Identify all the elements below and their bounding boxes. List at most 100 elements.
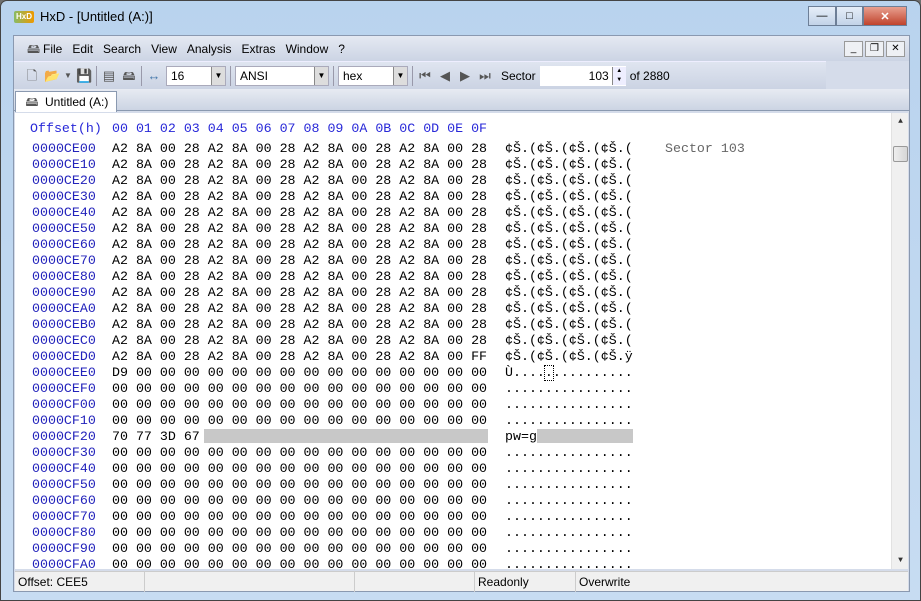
menu-search[interactable]: Search — [98, 42, 146, 56]
row-hex[interactable]: 70 77 3D 67 — [112, 429, 488, 445]
hex-bytes[interactable]: A2 8A 00 28 A2 8A 00 28 A2 8A 00 28 A2 8… — [112, 253, 487, 268]
hex-bytes[interactable]: A2 8A 00 28 A2 8A 00 28 A2 8A 00 28 A2 8… — [112, 141, 487, 156]
hex-bytes[interactable]: A2 8A 00 28 A2 8A 00 28 A2 8A 00 28 A2 8… — [112, 269, 487, 284]
hex-bytes[interactable]: A2 8A 00 28 A2 8A 00 28 A2 8A 00 28 A2 8… — [112, 205, 487, 220]
child-close-button[interactable]: ✕ — [886, 41, 905, 57]
previous-sector-icon[interactable]: ◀ — [437, 68, 453, 84]
row-ascii[interactable]: ¢Š.(¢Š.(¢Š.(¢Š.( — [505, 205, 633, 221]
ascii-text[interactable]: ¢Š.(¢Š.(¢Š.(¢Š.( — [505, 253, 633, 268]
row-ascii[interactable]: ¢Š.(¢Š.(¢Š.(¢Š.( — [505, 221, 633, 237]
row-ascii[interactable]: ¢Š.(¢Š.(¢Š.(¢Š.( — [505, 317, 633, 333]
save-icon[interactable]: 💾 — [76, 68, 92, 84]
scroll-down-icon[interactable]: ▼ — [892, 556, 908, 565]
row-hex[interactable]: A2 8A 00 28 A2 8A 00 28 A2 8A 00 28 A2 8… — [112, 141, 487, 157]
row-hex[interactable]: 00 00 00 00 00 00 00 00 00 00 00 00 00 0… — [112, 509, 487, 525]
row-ascii[interactable]: ¢Š.(¢Š.(¢Š.(¢Š.( — [505, 237, 633, 253]
maximize-button[interactable]: □ — [836, 6, 863, 26]
menu-view[interactable]: View — [146, 42, 182, 56]
row-hex[interactable]: A2 8A 00 28 A2 8A 00 28 A2 8A 00 28 A2 8… — [112, 205, 487, 221]
row-ascii[interactable]: ¢Š.(¢Š.(¢Š.(¢Š.( — [505, 141, 633, 157]
row-ascii[interactable]: ¢Š.(¢Š.(¢Š.(¢Š.ÿ — [505, 349, 633, 365]
chevron-down-icon[interactable]: ▼ — [393, 66, 407, 85]
status-readonly[interactable]: Readonly — [475, 572, 576, 592]
row-ascii[interactable]: ¢Š.(¢Š.(¢Š.(¢Š.( — [505, 253, 633, 269]
ascii-text[interactable]: ................ — [505, 477, 633, 492]
ascii-text[interactable]: ¢Š.(¢Š.(¢Š.(¢Š.( — [505, 301, 633, 316]
ascii-text[interactable]: ¢Š.(¢Š.(¢Š.(¢Š.( — [505, 141, 633, 156]
minimize-button[interactable]: — — [808, 6, 836, 26]
dropdown-arrow-icon[interactable]: ▼ — [64, 68, 72, 84]
ascii-text[interactable]: ¢Š.(¢Š.(¢Š.(¢Š.( — [505, 189, 633, 204]
ascii-text[interactable]: ¢Š.(¢Š.(¢Š.(¢Š.( — [505, 285, 633, 300]
ascii-text[interactable]: ¢Š.(¢Š.(¢Š.(¢Š.( — [505, 173, 633, 188]
row-ascii[interactable]: ................ — [505, 461, 633, 477]
ascii-text[interactable]: ¢Š.(¢Š.(¢Š.(¢Š.( — [505, 237, 633, 252]
ascii-text[interactable]: ................ — [505, 461, 633, 476]
ascii-text[interactable]: ................ — [505, 397, 633, 412]
row-ascii[interactable]: ¢Š.(¢Š.(¢Š.(¢Š.( — [505, 269, 633, 285]
row-ascii[interactable]: ................ — [505, 525, 633, 541]
next-sector-icon[interactable]: ▶ — [457, 68, 473, 84]
hex-bytes[interactable]: A2 8A 00 28 A2 8A 00 28 A2 8A 00 28 A2 8… — [112, 301, 487, 316]
row-hex[interactable]: D9 00 00 00 00 00 00 00 00 00 00 00 00 0… — [112, 365, 487, 381]
close-button[interactable]: ✕ — [863, 6, 907, 26]
menu-help[interactable]: ? — [333, 42, 350, 56]
row-hex[interactable]: 00 00 00 00 00 00 00 00 00 00 00 00 00 0… — [112, 445, 487, 461]
scroll-thumb[interactable] — [893, 146, 908, 162]
row-ascii[interactable]: ................ — [505, 477, 633, 493]
ascii-text[interactable]: ................ — [505, 381, 633, 396]
ascii-text[interactable]: pw=g — [505, 429, 537, 444]
hex-editor[interactable]: Offset(h) 00 01 02 03 04 05 06 07 08 09 … — [15, 113, 908, 569]
row-hex[interactable]: A2 8A 00 28 A2 8A 00 28 A2 8A 00 28 A2 8… — [112, 301, 487, 317]
hex-bytes[interactable]: A2 8A 00 28 A2 8A 00 28 A2 8A 00 28 A2 8… — [112, 157, 487, 172]
row-hex[interactable]: 00 00 00 00 00 00 00 00 00 00 00 00 00 0… — [112, 381, 487, 397]
hex-bytes[interactable]: 00 00 00 00 00 00 00 00 00 00 00 00 00 0… — [112, 477, 487, 492]
row-hex[interactable]: 00 00 00 00 00 00 00 00 00 00 00 00 00 0… — [112, 413, 487, 429]
row-hex[interactable]: A2 8A 00 28 A2 8A 00 28 A2 8A 00 28 A2 8… — [112, 333, 487, 349]
ascii-text[interactable]: ¢Š.(¢Š.(¢Š.(¢Š.( — [505, 269, 633, 284]
row-ascii[interactable]: ¢Š.(¢Š.(¢Š.(¢Š.( — [505, 157, 633, 173]
child-minimize-button[interactable]: _ — [844, 41, 863, 57]
row-ascii[interactable]: ................ — [505, 413, 633, 429]
row-ascii[interactable]: ................ — [505, 381, 633, 397]
row-hex[interactable]: 00 00 00 00 00 00 00 00 00 00 00 00 00 0… — [112, 493, 487, 509]
row-ascii[interactable]: ¢Š.(¢Š.(¢Š.(¢Š.( — [505, 333, 633, 349]
hex-bytes[interactable]: A2 8A 00 28 A2 8A 00 28 A2 8A 00 28 A2 8… — [112, 189, 487, 204]
ascii-text[interactable]: ¢Š.(¢Š.(¢Š.(¢Š.ÿ — [505, 349, 633, 364]
ascii-text[interactable]: ¢Š.(¢Š.(¢Š.(¢Š.( — [505, 317, 633, 332]
row-ascii[interactable]: ................ — [505, 541, 633, 557]
ascii-text[interactable]: ................ — [505, 445, 633, 460]
hex-bytes[interactable]: A2 8A 00 28 A2 8A 00 28 A2 8A 00 28 A2 8… — [112, 285, 487, 300]
row-ascii[interactable]: ¢Š.(¢Š.(¢Š.(¢Š.( — [505, 285, 633, 301]
hex-bytes[interactable]: A2 8A 00 28 A2 8A 00 28 A2 8A 00 28 A2 8… — [112, 221, 487, 236]
row-ascii[interactable]: ................ — [505, 509, 633, 525]
row-hex[interactable]: A2 8A 00 28 A2 8A 00 28 A2 8A 00 28 A2 8… — [112, 237, 487, 253]
hex-bytes[interactable]: 00 00 00 00 00 00 00 00 00 00 00 00 00 0… — [112, 541, 487, 556]
tab-untitled[interactable]: 🖴 Untitled (A:) — [15, 91, 117, 112]
ascii-text[interactable]: Ù............... — [505, 365, 633, 380]
ascii-text[interactable]: ¢Š.(¢Š.(¢Š.(¢Š.( — [505, 205, 633, 220]
last-sector-icon[interactable]: ⏭ — [477, 68, 493, 84]
hex-bytes[interactable]: A2 8A 00 28 A2 8A 00 28 A2 8A 00 28 A2 8… — [112, 333, 487, 348]
row-hex[interactable]: 00 00 00 00 00 00 00 00 00 00 00 00 00 0… — [112, 477, 487, 493]
row-hex[interactable]: A2 8A 00 28 A2 8A 00 28 A2 8A 00 28 A2 8… — [112, 285, 487, 301]
row-hex[interactable]: 00 00 00 00 00 00 00 00 00 00 00 00 00 0… — [112, 397, 487, 413]
row-hex[interactable]: A2 8A 00 28 A2 8A 00 28 A2 8A 00 28 A2 8… — [112, 189, 487, 205]
row-hex[interactable]: 00 00 00 00 00 00 00 00 00 00 00 00 00 0… — [112, 557, 487, 569]
new-file-icon[interactable]: 🗋 — [24, 68, 40, 84]
hex-bytes[interactable]: 70 77 3D 67 — [112, 429, 200, 444]
ascii-text[interactable]: ................ — [505, 557, 633, 569]
row-ascii[interactable]: ................ — [505, 397, 633, 413]
menu-edit[interactable]: Edit — [67, 42, 98, 56]
bytes-per-row-select[interactable]: 16 ▼ — [166, 65, 226, 86]
ascii-text[interactable]: ¢Š.(¢Š.(¢Š.(¢Š.( — [505, 333, 633, 348]
hex-bytes[interactable]: 00 00 00 00 00 00 00 00 00 00 00 00 00 0… — [112, 397, 487, 412]
row-ascii[interactable]: ................ — [505, 445, 633, 461]
hex-bytes[interactable]: 00 00 00 00 00 00 00 00 00 00 00 00 00 0… — [112, 461, 487, 476]
row-ascii[interactable]: Ù............... — [505, 365, 633, 381]
open-folder-icon[interactable]: 📂 — [44, 68, 60, 84]
hex-bytes[interactable]: A2 8A 00 28 A2 8A 00 28 A2 8A 00 28 A2 8… — [112, 173, 487, 188]
menu-file[interactable]: File — [38, 42, 67, 56]
sector-input[interactable]: 103 ▲ ▼ — [539, 65, 626, 86]
row-hex[interactable]: A2 8A 00 28 A2 8A 00 28 A2 8A 00 28 A2 8… — [112, 157, 487, 173]
